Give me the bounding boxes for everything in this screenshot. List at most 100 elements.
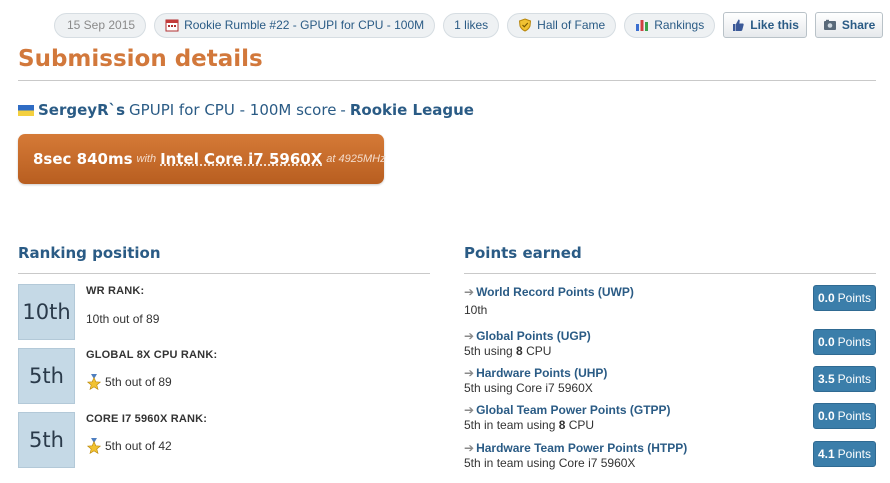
rank-label: WR RANK:	[86, 285, 145, 297]
points-name[interactable]: ➔ World Record Points (UWP)	[464, 285, 634, 299]
arrow-right-icon: ➔	[464, 366, 475, 380]
points-desc-text: 5th in team using Core i7 5960X	[464, 456, 636, 470]
thumbs-up-icon	[733, 19, 744, 31]
competition-link[interactable]: Rookie Rumble #22 - GPUPI for CPU - 100M	[154, 12, 436, 38]
arrow-right-icon: ➔	[464, 403, 475, 417]
points-badge: 0.0 Points	[813, 403, 876, 429]
points-desc: 10th	[464, 303, 487, 317]
points-name-text: Hardware Team Power Points (HTPP)	[476, 441, 688, 455]
arrow-right-icon: ➔	[464, 329, 475, 343]
points-heading: Points earned	[464, 244, 582, 262]
points-name[interactable]: ➔ Hardware Team Power Points (HTPP)	[464, 441, 687, 455]
points-desc-text: CPU	[522, 344, 552, 358]
points-desc-bold: 8	[516, 344, 523, 358]
arrow-right-icon: ➔	[464, 285, 475, 299]
benchmark-label: GPUPI for CPU - 100M score	[129, 101, 337, 119]
points-desc-text: 10th	[464, 303, 488, 317]
rank-label: CORE I7 5960X RANK:	[86, 413, 208, 425]
points-item-uhp: ➔ Hardware Points (UHP) 5th using Core i7…	[464, 366, 876, 398]
title-divider	[18, 80, 876, 81]
rank-item-global: 5th GLOBAL 8X CPU RANK: 5th out of 89	[18, 348, 438, 404]
calendar-icon	[165, 19, 179, 32]
share-button[interactable]: Share	[814, 12, 884, 38]
date-text: 15 Sep 2015	[67, 18, 136, 32]
points-value: 0.0	[817, 291, 835, 305]
points-unit: Points	[837, 409, 872, 423]
points-desc: 5th using Core i7 5960X	[464, 381, 593, 395]
points-unit: Points	[837, 372, 872, 386]
points-value: 3.5	[817, 372, 835, 386]
score-value: 8sec 840ms	[33, 150, 133, 168]
score-box: 8sec 840ms with Intel Core i7 5960X at 4…	[18, 134, 386, 184]
cpu-frequency: at 4925MHz	[326, 153, 386, 165]
likes-pill[interactable]: 1 likes	[443, 12, 500, 38]
rank-label: GLOBAL 8X CPU RANK:	[86, 349, 218, 361]
points-badge: 3.5 Points	[813, 366, 876, 392]
points-desc-text: 5th in team using	[464, 418, 559, 432]
rankings-label: Rankings	[654, 18, 705, 32]
rank-position-box: 5th	[18, 412, 75, 468]
points-desc: 5th using 8 CPU	[464, 344, 551, 358]
subtitle-dash: -	[340, 101, 346, 119]
rankings-link[interactable]: Rankings	[624, 12, 716, 38]
league-link[interactable]: Rookie League	[350, 101, 474, 119]
score-with: with	[136, 153, 157, 165]
points-divider	[464, 273, 876, 274]
competition-label: Rookie Rumble #22 - GPUPI for CPU - 100M	[184, 18, 425, 32]
points-value: 0.0	[817, 409, 835, 423]
shield-icon	[519, 18, 532, 32]
points-value: 4.1	[817, 447, 835, 461]
rank-position-box: 5th	[18, 348, 75, 404]
rank-item-wr: 10th WR RANK: 10th out of 89	[18, 284, 438, 340]
points-value: 0.0	[817, 335, 835, 349]
rank-position-box: 10th	[18, 284, 75, 340]
points-unit: Points	[837, 447, 872, 461]
points-name-text: Global Team Power Points (GTPP)	[476, 403, 671, 417]
star-medal-icon	[86, 374, 102, 390]
points-badge: 0.0 Points	[813, 329, 876, 355]
points-unit: Points	[837, 335, 872, 349]
hall-of-fame-link[interactable]: Hall of Fame	[507, 12, 617, 38]
points-name-text: Global Points (UGP)	[476, 329, 591, 343]
points-name[interactable]: ➔ Global Team Power Points (GTPP)	[464, 403, 671, 417]
points-item-uwp: ➔ World Record Points (UWP) 10th 0.0 Point…	[464, 285, 876, 317]
rank-value-text: 10th out of 89	[86, 312, 160, 326]
points-name-text: World Record Points (UWP)	[476, 285, 634, 299]
like-button[interactable]: Like this	[723, 12, 807, 38]
points-badge: 4.1 Points	[813, 441, 876, 467]
ukraine-flag-icon	[18, 104, 34, 116]
rank-value-text: 5th out of 42	[105, 439, 172, 453]
rank-value-text: 5th out of 89	[105, 375, 172, 389]
points-desc-text: 5th using Core i7 5960X	[464, 381, 593, 395]
points-item-gtpp: ➔ Global Team Power Points (GTPP) 5th in …	[464, 403, 876, 435]
like-button-label: Like this	[750, 18, 799, 32]
ranking-heading: Ranking position	[18, 244, 161, 262]
submission-subtitle: SergeyR`s GPUPI for CPU - 100M score - R…	[18, 101, 474, 119]
points-name[interactable]: ➔ Hardware Points (UHP)	[464, 366, 607, 380]
date-pill: 15 Sep 2015	[54, 12, 147, 38]
points-desc: 5th in team using 8 CPU	[464, 418, 594, 432]
likes-label: 1 likes	[454, 18, 489, 32]
points-name[interactable]: ➔ Global Points (UGP)	[464, 329, 591, 343]
points-desc: 5th in team using Core i7 5960X	[464, 456, 635, 470]
top-bar: 15 Sep 2015 Rookie Rumble #22 - GPUPI fo…	[54, 12, 884, 38]
points-desc-text: CPU	[565, 418, 595, 432]
points-badge: 0.0 Points	[813, 285, 876, 311]
points-item-ugp: ➔ Global Points (UGP) 5th using 8 CPU 0.0…	[464, 329, 876, 361]
points-desc-text: 5th using	[464, 344, 517, 358]
points-item-htpp: ➔ Hardware Team Power Points (HTPP) 5th i…	[464, 441, 876, 473]
user-link[interactable]: SergeyR`s	[38, 101, 125, 119]
share-icon	[823, 19, 836, 30]
cpu-link[interactable]: Intel Core i7 5960X	[160, 150, 322, 168]
star-medal-icon	[86, 438, 102, 454]
bar-chart-icon	[636, 20, 649, 31]
rank-value: 10th out of 89	[86, 312, 159, 326]
rank-item-hardware: 5th CORE I7 5960X RANK: 5th out of 42	[18, 412, 438, 468]
rank-value: 5th out of 42	[86, 438, 172, 454]
ranking-divider	[18, 273, 430, 274]
points-name-text: Hardware Points (UHP)	[476, 366, 608, 380]
share-button-label: Share	[841, 18, 876, 32]
rank-value: 5th out of 89	[86, 374, 172, 390]
page-title: Submission details	[18, 46, 263, 72]
hall-of-fame-label: Hall of Fame	[537, 18, 606, 32]
